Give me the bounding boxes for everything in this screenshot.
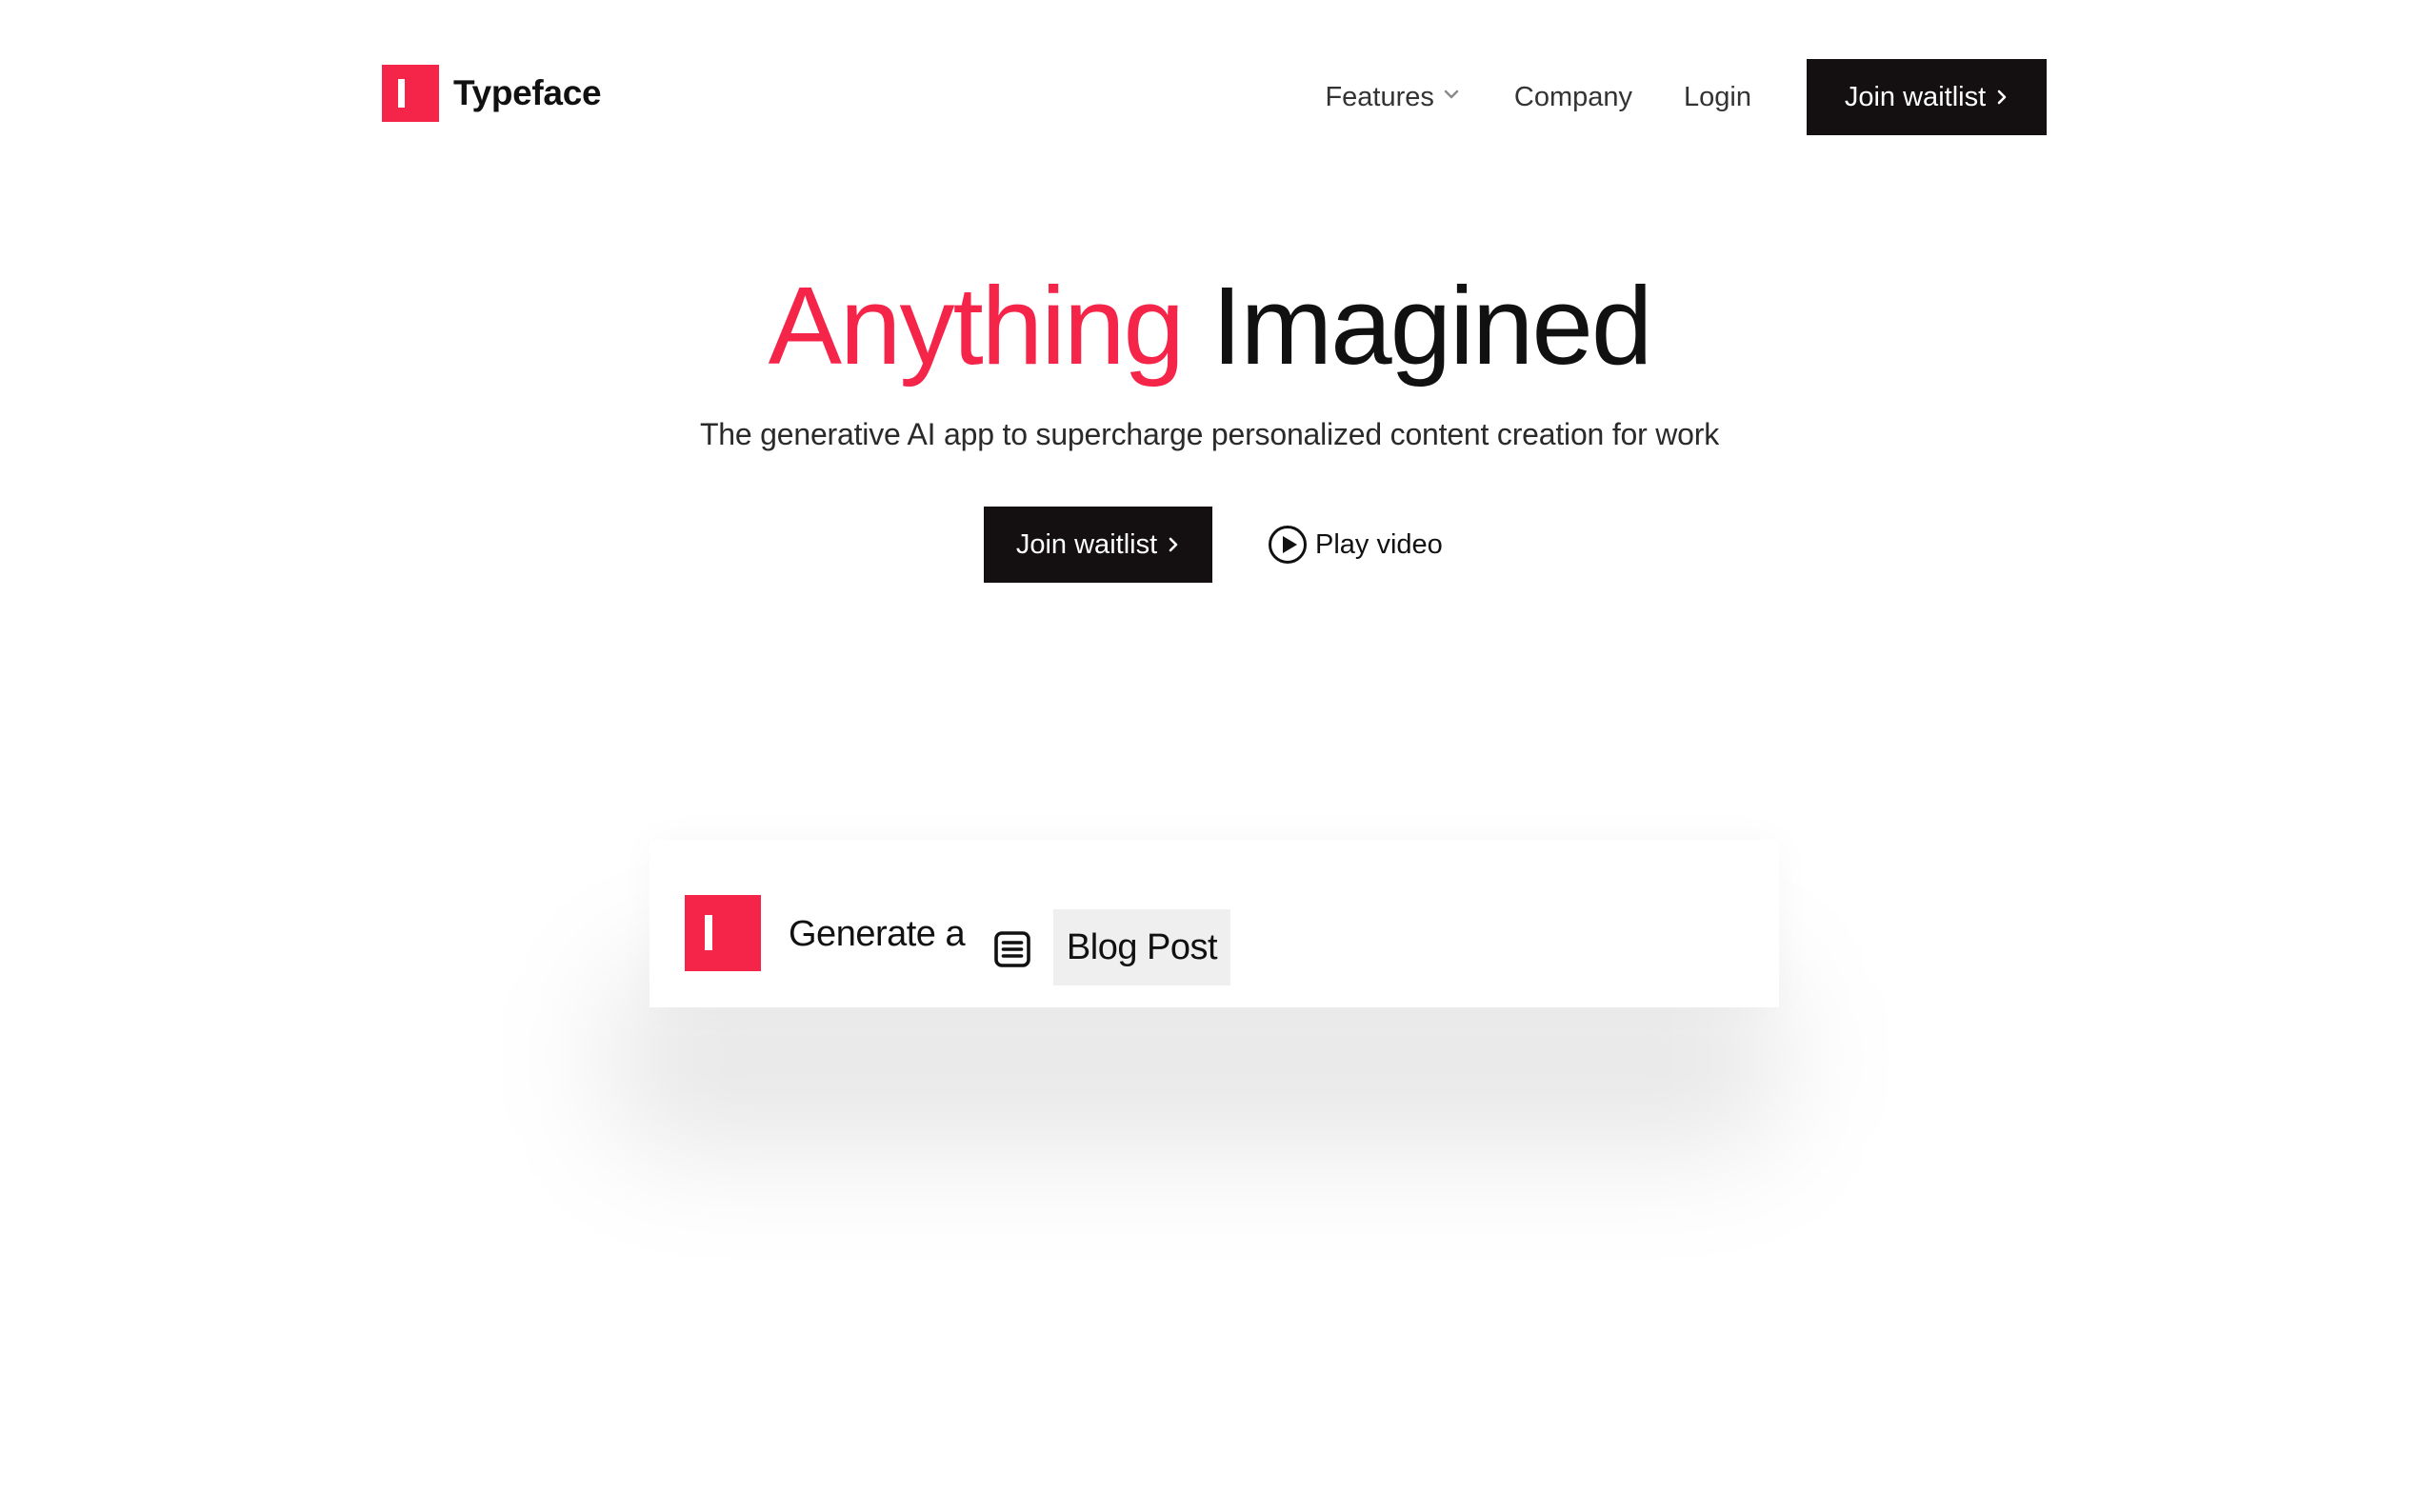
brand-logo[interactable]: Typeface (382, 65, 602, 122)
hero-actions: Join waitlist Play video (984, 507, 1443, 583)
site-header: Typeface Features Company Login Join wai… (0, 0, 2419, 190)
chevron-down-icon (1442, 85, 1461, 104)
hero-subtitle: The generative AI app to supercharge per… (699, 417, 1720, 451)
hero-title-rest: Imagined (1211, 264, 1652, 388)
nav-login[interactable]: Login (1684, 82, 1751, 113)
nav-features-label: Features (1325, 81, 1434, 112)
join-waitlist-hero-button[interactable]: Join waitlist (984, 507, 1212, 583)
join-waitlist-hero-label: Join waitlist (1015, 528, 1158, 560)
demo-prompt-card: Generate a Blog Post (650, 840, 1779, 1007)
play-video-button[interactable]: Play video (1268, 525, 1443, 565)
content-type-chip: Blog Post (1053, 909, 1230, 985)
chevron-right-icon (1995, 89, 2009, 106)
main-nav: Features Company Login Join waitlist (1325, 59, 2047, 135)
nav-company[interactable]: Company (1514, 82, 1632, 113)
chevron-right-icon (1167, 536, 1180, 553)
typeface-logo-icon (685, 895, 761, 971)
join-waitlist-nav-label: Join waitlist (1844, 81, 1987, 112)
join-waitlist-nav-button[interactable]: Join waitlist (1807, 59, 2047, 135)
play-circle-icon (1268, 525, 1308, 565)
brand-name: Typeface (453, 73, 602, 112)
demo-prompt-text: Generate a (789, 914, 966, 954)
hero-title-accent: Anything (768, 264, 1185, 388)
logo-mark-icon (382, 65, 439, 122)
nav-features[interactable]: Features (1325, 82, 1460, 113)
hero-title: Anything Imagined (0, 259, 2419, 392)
play-video-label: Play video (1315, 528, 1443, 560)
document-icon (977, 914, 1048, 985)
